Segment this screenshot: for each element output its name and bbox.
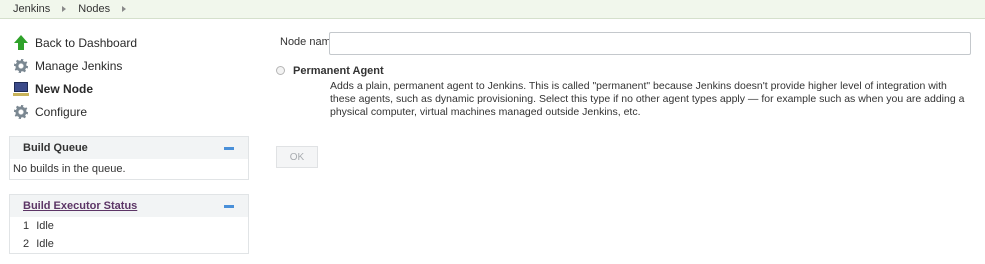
task-manage-jenkins[interactable]: Manage Jenkins (13, 54, 253, 77)
task-label: New Node (35, 81, 94, 96)
task-label: Back to Dashboard (35, 35, 138, 50)
ok-button[interactable]: OK (276, 146, 318, 168)
permanent-agent-label[interactable]: Permanent Agent (293, 65, 384, 77)
task-label: Configure (35, 104, 88, 119)
executor-state: Idle (36, 220, 54, 232)
executor-number: 1 (23, 220, 30, 232)
breadcrumb-nodes[interactable]: Nodes (78, 3, 110, 15)
permanent-agent-radio[interactable] (276, 66, 285, 75)
executor-status-header: Build Executor Status (10, 195, 248, 217)
chevron-right-icon[interactable] (122, 6, 127, 12)
build-queue-header: Build Queue (10, 137, 248, 159)
node-name-input[interactable] (329, 32, 971, 55)
executor-state: Idle (36, 238, 54, 250)
task-label: Manage Jenkins (35, 58, 123, 73)
collapse-icon[interactable] (224, 146, 234, 150)
gear-icon (13, 104, 29, 120)
task-new-node[interactable]: New Node (13, 77, 253, 100)
permanent-agent-description: Adds a plain, permanent agent to Jenkins… (330, 80, 965, 118)
executor-number: 2 (23, 238, 30, 250)
breadcrumb-jenkins[interactable]: Jenkins (13, 3, 50, 15)
computer-icon (13, 81, 29, 97)
gear-icon (13, 58, 29, 74)
side-tasks: Back to Dashboard Manage Jenkins New Nod… (13, 31, 253, 123)
build-queue-panel: Build Queue No builds in the queue. (9, 136, 249, 180)
chevron-right-icon[interactable] (62, 6, 67, 12)
collapse-icon[interactable] (224, 204, 234, 208)
build-queue-title: Build Queue (23, 142, 88, 154)
up-arrow-icon (13, 34, 29, 51)
breadcrumb: Jenkins Nodes (0, 0, 985, 19)
executor-status-title[interactable]: Build Executor Status (23, 200, 137, 212)
task-configure[interactable]: Configure (13, 100, 253, 123)
task-back-to-dashboard[interactable]: Back to Dashboard (13, 31, 253, 54)
executor-status-panel: Build Executor Status 1 Idle 2 Idle (9, 194, 249, 254)
executor-row: 2 Idle (10, 235, 248, 253)
build-queue-empty: No builds in the queue. (13, 163, 126, 175)
executor-row: 1 Idle (10, 217, 248, 235)
